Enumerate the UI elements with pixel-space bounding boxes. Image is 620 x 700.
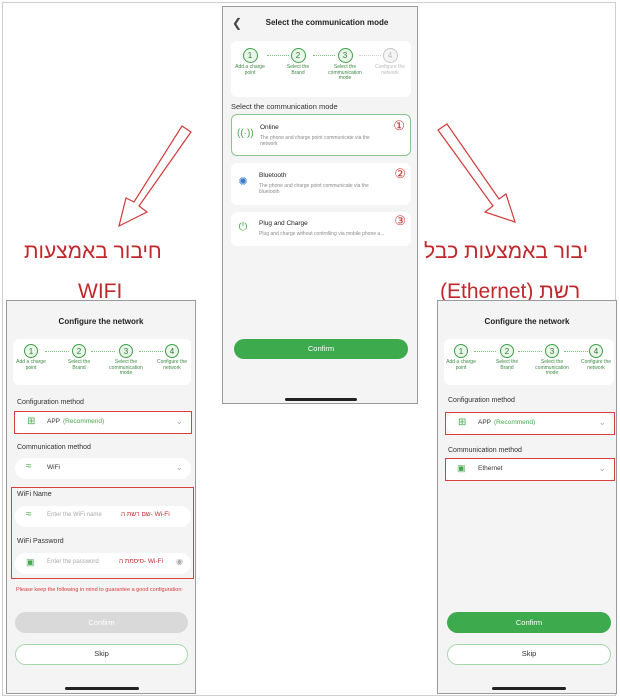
wifi-icon: ≈ (26, 461, 32, 472)
step-number: 1 (454, 344, 468, 358)
page-title: Select the communication mode (265, 18, 389, 27)
right-phone-screen: Configure the network 1 Add a charge poi… (437, 300, 617, 694)
home-indicator (492, 687, 566, 690)
step-number: 4 (382, 48, 398, 63)
step-label: Add a charge point (446, 359, 476, 371)
step-label: Select the Brand (495, 359, 519, 371)
option-title: Online (260, 124, 279, 131)
step-label: Select the Brand (286, 64, 310, 76)
option-description: The phone and charge point communicate v… (260, 135, 370, 148)
step-number: 4 (165, 344, 179, 358)
step-1: 1 Add a charge point (444, 344, 478, 371)
step-3: 3 Select the communication mode (105, 344, 147, 377)
configuration-method-label: Configuration method (17, 399, 84, 406)
annotation-left-line1: חיבור באמצעות (24, 240, 162, 263)
option-marker: ② (394, 166, 406, 181)
step-1: 1 Add a charge point (13, 344, 49, 371)
stepper: 1 Add a charge point 2 Select the Brand … (13, 339, 191, 385)
step-label: Configure the network (580, 359, 612, 371)
highlight-box (11, 487, 194, 579)
highlight-box (445, 412, 615, 435)
home-indicator (285, 398, 357, 401)
step-number: 3 (119, 344, 133, 358)
step-label: Add a charge point (16, 359, 46, 371)
center-phone-screen: ❮ Select the communication mode 1 Add a … (222, 6, 418, 404)
option-bluetooth[interactable]: ✺ Bluetooth The phone and charge point c… (231, 163, 411, 205)
step-2: 2 Select the Brand (63, 344, 95, 371)
page-title: Configure the network (484, 317, 570, 326)
communication-method-value: WiFi (47, 464, 60, 471)
step-4: 4 Configure the network (578, 344, 614, 371)
highlight-box (445, 458, 615, 481)
step-number: 1 (242, 48, 258, 63)
stepper: 1 Add a charge point 2 Select the Brand … (444, 339, 614, 385)
step-number: 3 (545, 344, 559, 358)
communication-method-label: Communication method (17, 444, 91, 451)
confirm-button[interactable]: Confirm (234, 339, 408, 359)
step-number: 3 (337, 48, 353, 63)
option-online[interactable]: ((·)) Online The phone and charge point … (231, 114, 411, 156)
step-3: 3 Select the communication mode (532, 344, 572, 377)
step-number: 4 (589, 344, 603, 358)
option-marker: ③ (394, 213, 406, 228)
step-3: 3 Select the communication mode (324, 48, 366, 82)
skip-button[interactable]: Skip (15, 644, 188, 665)
skip-button[interactable]: Skip (447, 644, 611, 665)
annotation-right-line1: יבור באמצעות כבל (424, 240, 589, 263)
antenna-icon: ((·)) (237, 128, 254, 139)
confirm-button[interactable]: Confirm (447, 612, 611, 633)
communication-method-label: Communication method (448, 447, 522, 454)
step-number: 1 (24, 344, 38, 358)
bluetooth-icon: ✺ (238, 176, 248, 188)
page-title: Configure the network (58, 317, 144, 326)
step-label: Select the communication mode (328, 64, 362, 81)
option-marker: ① (393, 118, 405, 133)
left-phone-screen: Configure the network 1 Add a charge poi… (6, 300, 196, 694)
step-label: Select the communication mode (535, 359, 569, 376)
step-number: 2 (290, 48, 306, 63)
step-label: Select the communication mode (109, 359, 143, 376)
step-2: 2 Select the Brand (281, 48, 315, 76)
warning-text: Please keep the following in mind to gua… (16, 587, 183, 593)
option-description: Plug and charge without controlling via … (259, 231, 385, 237)
option-title: Bluetooth (259, 172, 287, 179)
step-label: Configure the network (374, 64, 406, 76)
left-arrow-icon (118, 125, 192, 228)
step-1: 1 Add a charge point (231, 48, 269, 76)
step-number: 2 (500, 344, 514, 358)
communication-method-select[interactable]: ≈ WiFi ⌄ (15, 458, 191, 479)
plug-icon: ⏻ (238, 221, 248, 233)
option-title: Plug and Charge (259, 220, 308, 227)
option-description: The phone and charge point communicate v… (259, 183, 369, 196)
configuration-method-label: Configuration method (448, 397, 515, 404)
right-arrow-icon (437, 123, 516, 223)
option-plug-and-charge[interactable]: ⏻ Plug and Charge Plug and charge withou… (231, 212, 411, 246)
step-number: 2 (72, 344, 86, 358)
confirm-button[interactable]: Confirm (15, 612, 188, 633)
step-label: Configure the network (156, 359, 188, 371)
stepper: 1 Add a charge point 2 Select the Brand … (231, 41, 411, 97)
step-label: Select the Brand (67, 359, 91, 371)
section-title: Select the communication mode (231, 102, 338, 111)
step-2: 2 Select the Brand (492, 344, 522, 371)
step-label: Add a charge point (235, 64, 265, 76)
step-4: 4 Configure the network (153, 344, 191, 371)
step-4: 4 Configure the network (371, 48, 409, 76)
highlight-box (14, 411, 192, 434)
chevron-down-icon: ⌄ (175, 462, 183, 472)
home-indicator (65, 687, 139, 690)
